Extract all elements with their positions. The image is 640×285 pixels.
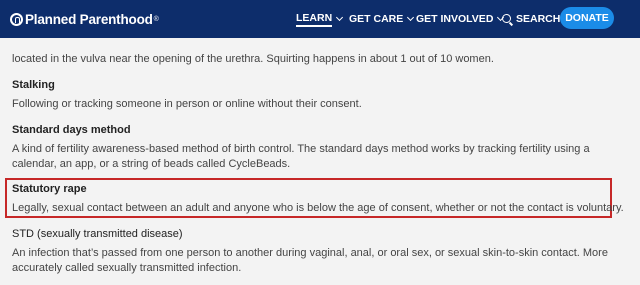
definition-line: calendar, an app, or a string of beads c… <box>12 158 291 170</box>
site-logo[interactable]: Planned Parenthood ® <box>10 10 159 28</box>
glossary-term-standard-days-method: Standard days method <box>12 124 131 136</box>
nav-get-care[interactable]: GET CARE <box>349 12 415 26</box>
glossary-term-std: STD (sexually transmitted disease) <box>12 228 183 240</box>
logo-text: Planned Parenthood <box>25 11 153 27</box>
definition-line: Following or tracking someone in person … <box>12 98 362 110</box>
glossary-term-statutory-rape: Statutory rape <box>12 183 87 195</box>
glossary-term-stalking: Stalking <box>12 79 55 91</box>
logo-trademark: ® <box>153 15 159 23</box>
definition-line: located in the vulva near the opening of… <box>12 53 494 65</box>
nav-learn[interactable]: LEARN <box>296 12 344 27</box>
nav-search[interactable]: SEARCH <box>502 12 560 26</box>
nav-get-involved-label: GET INVOLVED <box>416 13 494 25</box>
chevron-down-icon <box>336 13 344 22</box>
logo-p-icon <box>10 12 23 26</box>
search-icon <box>502 13 511 23</box>
definition-line: An infection that’s passed from one pers… <box>12 247 608 259</box>
chevron-down-icon <box>407 13 415 22</box>
definition-line: accurately called sexually transmitted i… <box>12 262 242 274</box>
nav-search-label: SEARCH <box>516 13 561 25</box>
definition-line: Legally, sexual contact between an adult… <box>12 202 624 214</box>
top-navigation-bar: Planned Parenthood ® LEARN GET CARE GET I… <box>0 0 640 38</box>
nav-learn-label: LEARN <box>296 12 333 27</box>
glossary-content: located in the vulva near the opening of… <box>0 38 640 285</box>
definition-line: A kind of fertility awareness-based meth… <box>12 143 590 155</box>
donate-button[interactable]: DONATE <box>560 7 614 29</box>
nav-get-care-label: GET CARE <box>349 13 404 25</box>
nav-get-involved[interactable]: GET INVOLVED <box>416 12 505 26</box>
